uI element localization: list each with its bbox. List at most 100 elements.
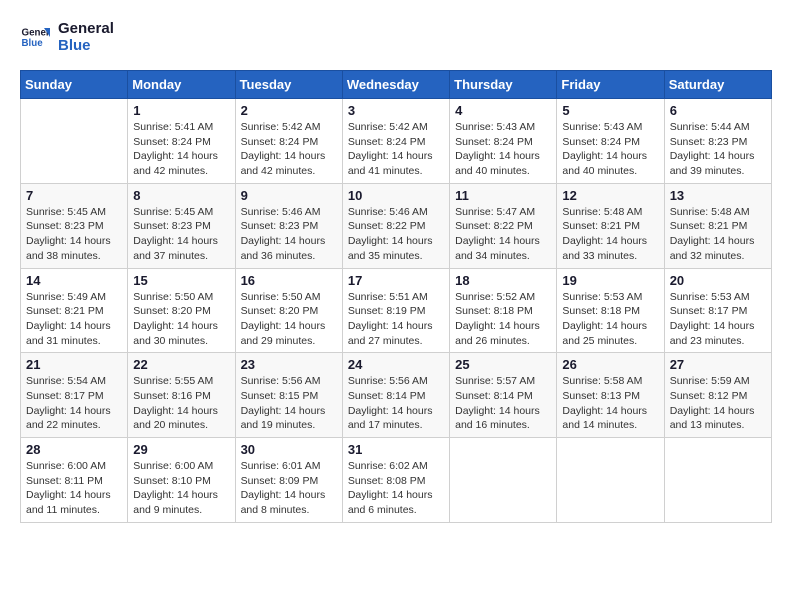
calendar-cell: 30 Sunrise: 6:01 AMSunset: 8:09 PMDayligh…: [235, 438, 342, 523]
day-number: 15: [133, 273, 229, 288]
day-number: 8: [133, 188, 229, 203]
calendar-cell: 3Sunrise: 5:42 AMSunset: 8:24 PMDaylight…: [342, 99, 449, 184]
day-detail: Sunrise: 5:48 AMSunset: 8:21 PMDaylight:…: [562, 205, 658, 264]
calendar-cell: 23 Sunrise: 5:56 AMSunset: 8:15 PMDayligh…: [235, 353, 342, 438]
calendar-cell: 24 Sunrise: 5:56 AMSunset: 8:14 PMDayligh…: [342, 353, 449, 438]
day-number: 10: [348, 188, 444, 203]
day-detail: Sunrise: 5:56 AMSunset: 8:14 PMDaylight:…: [348, 374, 444, 433]
day-detail: Sunrise: 6:00 AMSunset: 8:11 PMDaylight:…: [26, 459, 122, 518]
day-number: 18: [455, 273, 551, 288]
logo: General Blue General Blue: [20, 20, 114, 54]
calendar-cell: 8 Sunrise: 5:45 AMSunset: 8:23 PMDaylight…: [128, 183, 235, 268]
day-number: 5: [562, 103, 658, 118]
page-header: General Blue General Blue: [20, 20, 772, 54]
day-number: 2: [241, 103, 337, 118]
day-number: 1: [133, 103, 229, 118]
calendar-cell: 9 Sunrise: 5:46 AMSunset: 8:23 PMDaylight…: [235, 183, 342, 268]
day-number: 25: [455, 357, 551, 372]
day-number: 31: [348, 442, 444, 457]
day-number: 13: [670, 188, 766, 203]
day-detail: Sunrise: 5:43 AMSunset: 8:24 PMDaylight:…: [562, 120, 658, 179]
calendar-week-row-1: 1 Sunrise: 5:41 AMSunset: 8:24 PMDaylight…: [21, 99, 772, 184]
calendar-week-row-5: 28 Sunrise: 6:00 AMSunset: 8:11 PMDayligh…: [21, 438, 772, 523]
day-detail: Sunrise: 5:48 AMSunset: 8:21 PMDaylight:…: [670, 205, 766, 264]
calendar-cell: 10Sunrise: 5:46 AMSunset: 8:22 PMDayligh…: [342, 183, 449, 268]
calendar-cell: 12 Sunrise: 5:48 AMSunset: 8:21 PMDayligh…: [557, 183, 664, 268]
day-detail: Sunrise: 5:59 AMSunset: 8:12 PMDaylight:…: [670, 374, 766, 433]
day-detail: Sunrise: 5:41 AMSunset: 8:24 PMDaylight:…: [133, 120, 229, 179]
day-number: 29: [133, 442, 229, 457]
day-detail: Sunrise: 5:50 AMSunset: 8:20 PMDaylight:…: [133, 290, 229, 349]
calendar-cell: 11 Sunrise: 5:47 AMSunset: 8:22 PMDayligh…: [450, 183, 557, 268]
day-detail: Sunrise: 5:42 AMSunset: 8:24 PMDaylight:…: [348, 120, 444, 179]
day-detail: Sunrise: 5:56 AMSunset: 8:15 PMDaylight:…: [241, 374, 337, 433]
calendar-cell: 7Sunrise: 5:45 AMSunset: 8:23 PMDaylight…: [21, 183, 128, 268]
calendar-cell: 18 Sunrise: 5:52 AMSunset: 8:18 PMDayligh…: [450, 268, 557, 353]
calendar-cell: 4 Sunrise: 5:43 AMSunset: 8:24 PMDaylight…: [450, 99, 557, 184]
day-detail: Sunrise: 5:54 AMSunset: 8:17 PMDaylight:…: [26, 374, 122, 433]
day-number: 11: [455, 188, 551, 203]
day-detail: Sunrise: 5:53 AMSunset: 8:17 PMDaylight:…: [670, 290, 766, 349]
calendar-header-tuesday: Tuesday: [235, 71, 342, 99]
day-detail: Sunrise: 5:53 AMSunset: 8:18 PMDaylight:…: [562, 290, 658, 349]
calendar-cell: 25Sunrise: 5:57 AMSunset: 8:14 PMDayligh…: [450, 353, 557, 438]
calendar-cell: 15 Sunrise: 5:50 AMSunset: 8:20 PMDayligh…: [128, 268, 235, 353]
day-number: 27: [670, 357, 766, 372]
calendar-cell: [557, 438, 664, 523]
day-number: 12: [562, 188, 658, 203]
calendar-cell: [664, 438, 771, 523]
calendar-cell: 19 Sunrise: 5:53 AMSunset: 8:18 PMDayligh…: [557, 268, 664, 353]
calendar-week-row-4: 21 Sunrise: 5:54 AMSunset: 8:17 PMDayligh…: [21, 353, 772, 438]
calendar-cell: 20 Sunrise: 5:53 AMSunset: 8:17 PMDayligh…: [664, 268, 771, 353]
calendar-header-thursday: Thursday: [450, 71, 557, 99]
day-detail: Sunrise: 5:52 AMSunset: 8:18 PMDaylight:…: [455, 290, 551, 349]
calendar-header-monday: Monday: [128, 71, 235, 99]
day-detail: Sunrise: 5:42 AMSunset: 8:24 PMDaylight:…: [241, 120, 337, 179]
calendar-header-saturday: Saturday: [664, 71, 771, 99]
day-number: 14: [26, 273, 122, 288]
day-detail: Sunrise: 5:49 AMSunset: 8:21 PMDaylight:…: [26, 290, 122, 349]
day-number: 16: [241, 273, 337, 288]
day-detail: Sunrise: 5:50 AMSunset: 8:20 PMDaylight:…: [241, 290, 337, 349]
day-detail: Sunrise: 5:55 AMSunset: 8:16 PMDaylight:…: [133, 374, 229, 433]
calendar-cell: 5 Sunrise: 5:43 AMSunset: 8:24 PMDaylight…: [557, 99, 664, 184]
day-detail: Sunrise: 5:45 AMSunset: 8:23 PMDaylight:…: [133, 205, 229, 264]
day-detail: Sunrise: 5:46 AMSunset: 8:23 PMDaylight:…: [241, 205, 337, 264]
calendar-cell: 17Sunrise: 5:51 AMSunset: 8:19 PMDayligh…: [342, 268, 449, 353]
day-detail: Sunrise: 5:43 AMSunset: 8:24 PMDaylight:…: [455, 120, 551, 179]
day-detail: Sunrise: 6:00 AMSunset: 8:10 PMDaylight:…: [133, 459, 229, 518]
calendar-cell: 6 Sunrise: 5:44 AMSunset: 8:23 PMDaylight…: [664, 99, 771, 184]
calendar-cell: 21 Sunrise: 5:54 AMSunset: 8:17 PMDayligh…: [21, 353, 128, 438]
day-number: 20: [670, 273, 766, 288]
day-detail: Sunrise: 6:01 AMSunset: 8:09 PMDaylight:…: [241, 459, 337, 518]
day-number: 21: [26, 357, 122, 372]
day-detail: Sunrise: 5:58 AMSunset: 8:13 PMDaylight:…: [562, 374, 658, 433]
svg-text:Blue: Blue: [22, 38, 44, 49]
day-number: 17: [348, 273, 444, 288]
calendar-cell: 26Sunrise: 5:58 AMSunset: 8:13 PMDayligh…: [557, 353, 664, 438]
calendar-cell: 14 Sunrise: 5:49 AMSunset: 8:21 PMDayligh…: [21, 268, 128, 353]
day-number: 24: [348, 357, 444, 372]
day-number: 6: [670, 103, 766, 118]
calendar-cell: 31Sunrise: 6:02 AMSunset: 8:08 PMDayligh…: [342, 438, 449, 523]
calendar-header-wednesday: Wednesday: [342, 71, 449, 99]
day-number: 23: [241, 357, 337, 372]
calendar-cell: 29 Sunrise: 6:00 AMSunset: 8:10 PMDayligh…: [128, 438, 235, 523]
day-number: 28: [26, 442, 122, 457]
calendar-cell: 28 Sunrise: 6:00 AMSunset: 8:11 PMDayligh…: [21, 438, 128, 523]
calendar-cell: 13 Sunrise: 5:48 AMSunset: 8:21 PMDayligh…: [664, 183, 771, 268]
calendar-header-friday: Friday: [557, 71, 664, 99]
day-detail: Sunrise: 5:47 AMSunset: 8:22 PMDaylight:…: [455, 205, 551, 264]
calendar-table: SundayMondayTuesdayWednesdayThursdayFrid…: [20, 70, 772, 523]
calendar-cell: 16 Sunrise: 5:50 AMSunset: 8:20 PMDayligh…: [235, 268, 342, 353]
day-number: 4: [455, 103, 551, 118]
day-number: 19: [562, 273, 658, 288]
day-number: 30: [241, 442, 337, 457]
day-detail: Sunrise: 5:44 AMSunset: 8:23 PMDaylight:…: [670, 120, 766, 179]
day-number: 9: [241, 188, 337, 203]
day-number: 7: [26, 188, 122, 203]
calendar-cell: 1 Sunrise: 5:41 AMSunset: 8:24 PMDaylight…: [128, 99, 235, 184]
day-number: 22: [133, 357, 229, 372]
calendar-cell: 2 Sunrise: 5:42 AMSunset: 8:24 PMDaylight…: [235, 99, 342, 184]
calendar-cell: [21, 99, 128, 184]
